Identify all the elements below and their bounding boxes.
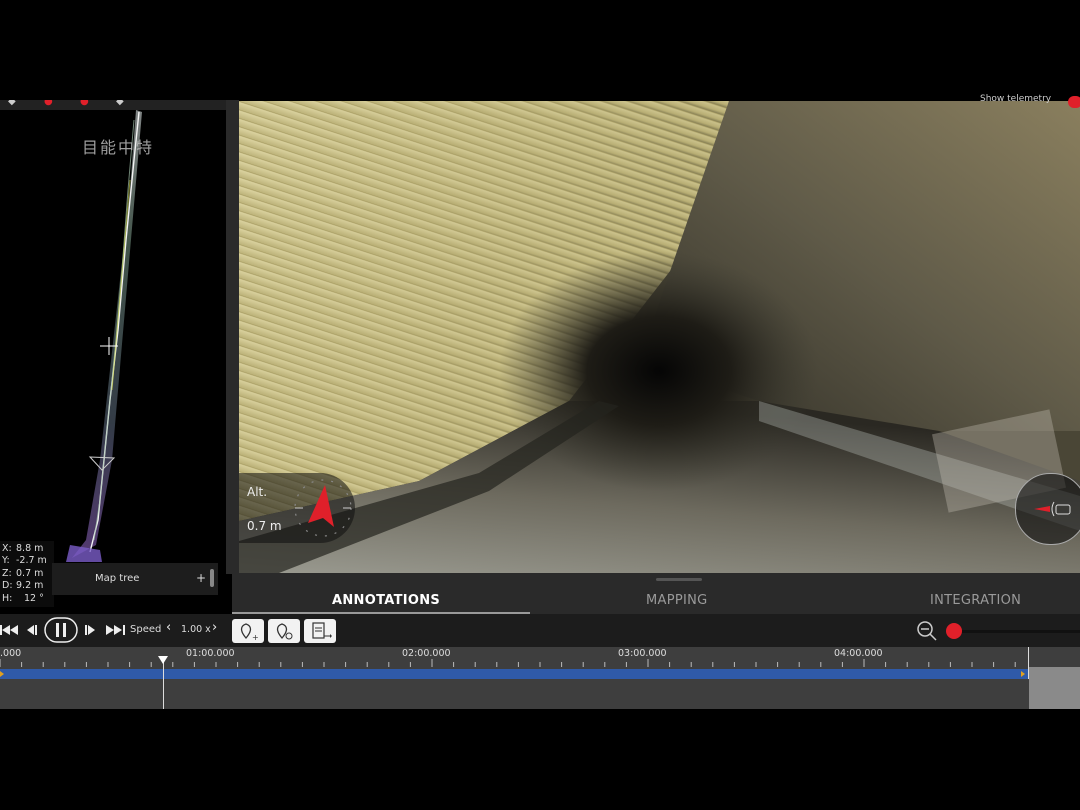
timeline-end-region xyxy=(1029,667,1080,709)
end-marker[interactable] xyxy=(1028,647,1029,679)
tick-label: 01:00.000 xyxy=(186,648,235,659)
map-tree-label: Map tree xyxy=(95,573,140,584)
skip-to-end-icon[interactable] xyxy=(106,623,126,637)
coord-h: H: 12 ° xyxy=(2,592,44,604)
tab-bar: ANNOTATIONS MAPPING INTEGRATION xyxy=(232,573,1080,614)
tick-marks xyxy=(0,659,1016,667)
speed-value: 1.00 x xyxy=(181,624,211,635)
add-poi-button[interactable] xyxy=(268,619,300,643)
annotation-track[interactable] xyxy=(0,679,1028,709)
zoom-out-icon[interactable] xyxy=(916,620,938,642)
video-view[interactable] xyxy=(239,101,1080,573)
skip-to-start-icon[interactable] xyxy=(0,623,20,637)
step-back-icon[interactable] xyxy=(24,623,38,637)
playback-controls: Speed ‹ 1.00 x › + xyxy=(0,614,1080,647)
step-forward-icon[interactable] xyxy=(84,623,98,637)
speed-decrease-icon[interactable]: ‹ xyxy=(166,620,171,635)
add-annotation-button[interactable]: + xyxy=(232,619,264,643)
pitch-compass-icon xyxy=(294,479,352,537)
resize-grip[interactable] xyxy=(656,578,702,581)
show-telemetry-toggle[interactable] xyxy=(1068,96,1080,108)
map-panel[interactable]: ◆ ● ● ◆ 目能中特 X: 8.8 m Y: -2.7 m Z: 0.7 m D:… xyxy=(0,100,226,612)
altitude-label: Alt. xyxy=(247,485,268,499)
coord-y: Y: -2.7 m xyxy=(2,555,47,567)
tab-mapping[interactable]: MAPPING xyxy=(646,593,708,608)
track-end-marker xyxy=(1021,671,1025,677)
altitude-gauge: Alt. 0.7 m xyxy=(239,473,355,543)
map-tree-add-button[interactable]: + xyxy=(196,571,206,585)
timeline[interactable]: .000 01:00.000 02:00.000 03:00.000 04:00… xyxy=(0,647,1080,709)
tick-label: 03:00.000 xyxy=(618,648,667,659)
coord-x: X: 8.8 m xyxy=(2,543,44,554)
playhead[interactable] xyxy=(163,659,164,709)
heading-gauge xyxy=(1015,473,1080,545)
coord-d: D: 9.2 m xyxy=(2,580,44,592)
speed-increase-icon[interactable]: › xyxy=(212,620,217,635)
drone-orientation-icon xyxy=(1034,501,1071,517)
document-export-icon xyxy=(312,622,332,639)
video-track[interactable] xyxy=(0,669,1028,679)
map-tree-panel[interactable]: Map tree + xyxy=(52,563,218,595)
position-readout: X: 8.8 m Y: -2.7 m Z: 0.7 m D: 9.2 m H: 12 ° xyxy=(0,541,54,608)
point-cloud-map[interactable] xyxy=(0,100,226,612)
speed-label: Speed xyxy=(130,624,162,635)
tick-label: 04:00.000 xyxy=(834,648,883,659)
altitude-value: 0.7 m xyxy=(247,519,282,533)
export-report-button[interactable] xyxy=(304,619,336,643)
tab-annotations[interactable]: ANNOTATIONS xyxy=(332,593,440,608)
pin-rotate-icon xyxy=(276,623,293,640)
playhead-handle[interactable] xyxy=(158,656,168,664)
show-telemetry-label: Show telemetry xyxy=(980,94,1052,104)
tab-integration[interactable]: INTEGRATION xyxy=(930,593,1021,608)
tick-label: 02:00.000 xyxy=(402,648,451,659)
track-start-marker xyxy=(0,671,4,677)
watermark: 目能中特 xyxy=(82,138,155,157)
tunnel-video-frame xyxy=(239,101,1080,573)
pause-button[interactable] xyxy=(44,617,78,643)
zoom-slider-handle[interactable] xyxy=(946,623,962,639)
coord-z: Z: 0.7 m xyxy=(2,567,44,579)
map-tree-scrollbar[interactable] xyxy=(210,569,214,587)
tick-label: .000 xyxy=(0,648,22,659)
panel-divider[interactable] xyxy=(226,100,239,574)
zoom-slider-track[interactable] xyxy=(960,630,1080,633)
timeline-ruler: .000 01:00.000 02:00.000 03:00.000 04:00… xyxy=(0,647,1028,667)
add-pin-icon: + xyxy=(240,623,259,642)
svg-text:+: + xyxy=(252,633,259,642)
